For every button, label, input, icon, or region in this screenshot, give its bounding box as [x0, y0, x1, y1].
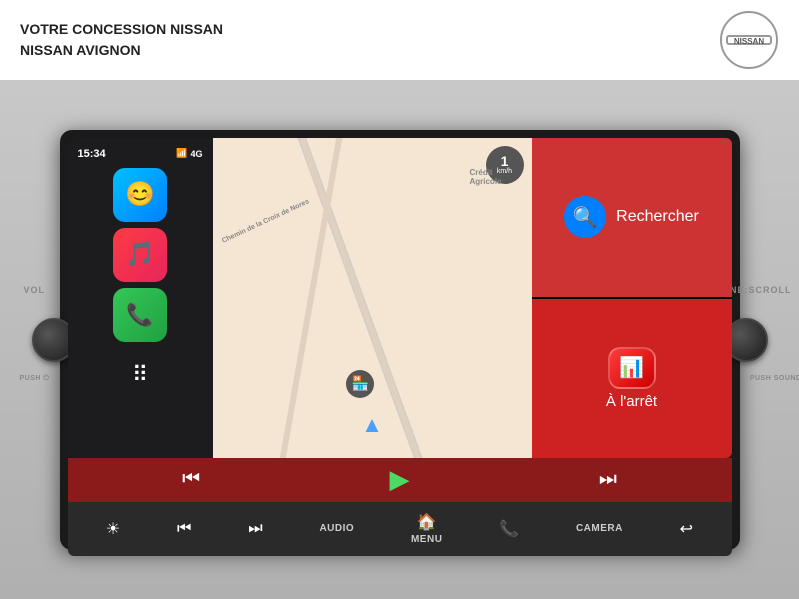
map-label-credit-agricole: CréditAgricole	[469, 168, 501, 186]
waze-icon[interactable]: 😊	[113, 168, 167, 222]
pin-icon: 🏪	[352, 375, 369, 392]
left-panel: 15:34 📶 4G 😊 🎵	[68, 138, 213, 458]
grid-row: ⠿	[74, 348, 207, 402]
dealer-line1: VOTRE CONCESSION NISSAN	[20, 19, 223, 40]
map-location-pin: 🏪	[346, 370, 374, 398]
home-icon: 🏠	[417, 512, 437, 532]
grid-symbol-icon: ⠿	[132, 362, 148, 388]
right-panel: 🔍 Rechercher 📊 À l'arrêt	[532, 138, 732, 458]
rewind-button[interactable]: ⏮	[182, 468, 200, 491]
back-icon: ↩	[680, 519, 693, 539]
play-button[interactable]: ▶	[389, 464, 409, 495]
music-icon[interactable]: 🎵	[113, 228, 167, 282]
phone-call-icon: 📞	[499, 519, 519, 539]
now-playing-label: À l'arrêt	[606, 393, 657, 410]
status-bar: 15:34 📶 4G	[74, 146, 207, 162]
push-power-label: PUSH ⏻	[20, 375, 50, 383]
audio-button[interactable]: AUDIO	[311, 521, 362, 536]
carplay-screen: 15:34 📶 4G 😊 🎵	[68, 138, 732, 458]
search-button[interactable]: 🔍 Rechercher	[532, 138, 732, 297]
music-bars-icon: 📊	[608, 347, 656, 389]
navigation-arrow: ▲	[361, 412, 383, 438]
screen-bezel: VOL PUSH ⏻ TUNE:SCROLL PUSH SOUND 15:34 …	[60, 130, 740, 550]
next-track-icon: ⏭	[248, 520, 262, 538]
car-display: VOL PUSH ⏻ TUNE:SCROLL PUSH SOUND 15:34 …	[0, 80, 799, 599]
nissan-logo: NISSAN	[719, 10, 779, 70]
back-button[interactable]: ↩	[672, 517, 701, 541]
bottom-controls: ☀ ⏮ ⏭ AUDIO 🏠 MENU 📞 CAMERA ↩	[68, 502, 732, 556]
next-track-button[interactable]: ⏭	[240, 518, 270, 540]
music-note-icon: 🎵	[125, 240, 155, 269]
map-area: 1 km/h CréditAgricole Chemin de la Croix…	[213, 138, 532, 458]
map-label-chemin: Chemin de la Croix de Nores	[220, 198, 309, 245]
search-icon: 🔍	[573, 205, 598, 230]
search-circle-icon: 🔍	[564, 196, 606, 238]
phone-icon[interactable]: 📞	[113, 288, 167, 342]
map-road-main	[247, 138, 473, 458]
media-controls-bar: ⏮ ▶ ⏭	[68, 458, 732, 502]
audio-label: AUDIO	[319, 523, 354, 534]
time-display: 15:34	[78, 148, 106, 160]
push-sound-label: PUSH SOUND	[750, 375, 799, 382]
map-road-secondary	[253, 138, 370, 458]
phone-symbol-icon: 📞	[126, 302, 153, 328]
signal-bars-icon: 📶	[176, 148, 187, 159]
prev-track-icon: ⏮	[177, 520, 191, 538]
camera-label: CAMERA	[576, 523, 623, 534]
network-type: 4G	[190, 149, 202, 159]
now-playing-button[interactable]: 📊 À l'arrêt	[532, 299, 732, 458]
vol-label: VOL	[24, 285, 46, 295]
brightness-icon: ☀	[106, 519, 120, 539]
bars-symbol: 📊	[619, 355, 644, 380]
phone-row: 📞	[74, 288, 207, 342]
fast-forward-button[interactable]: ⏭	[599, 468, 617, 491]
menu-label: MENU	[411, 534, 442, 545]
menu-button[interactable]: 🏠 MENU	[403, 510, 450, 547]
phone-button[interactable]: 📞	[491, 517, 527, 541]
brightness-button[interactable]: ☀	[98, 517, 128, 541]
waze-row: 😊	[74, 168, 207, 222]
speed-value: 1	[501, 154, 509, 168]
dealer-info: VOTRE CONCESSION NISSAN NISSAN AVIGNON	[20, 19, 223, 61]
camera-button[interactable]: CAMERA	[568, 521, 631, 536]
music-row: 🎵	[74, 228, 207, 282]
grid-icon[interactable]: ⠿	[113, 348, 167, 402]
search-label: Rechercher	[616, 208, 699, 226]
prev-track-button[interactable]: ⏮	[169, 518, 199, 540]
map-background: 1 km/h CréditAgricole Chemin de la Croix…	[213, 138, 532, 458]
header: VOTRE CONCESSION NISSAN NISSAN AVIGNON N…	[0, 0, 799, 80]
svg-text:NISSAN: NISSAN	[734, 37, 764, 46]
signal-info: 📶 4G	[176, 148, 202, 159]
waze-symbol: 😊	[125, 180, 155, 209]
dealer-line2: NISSAN AVIGNON	[20, 40, 223, 61]
